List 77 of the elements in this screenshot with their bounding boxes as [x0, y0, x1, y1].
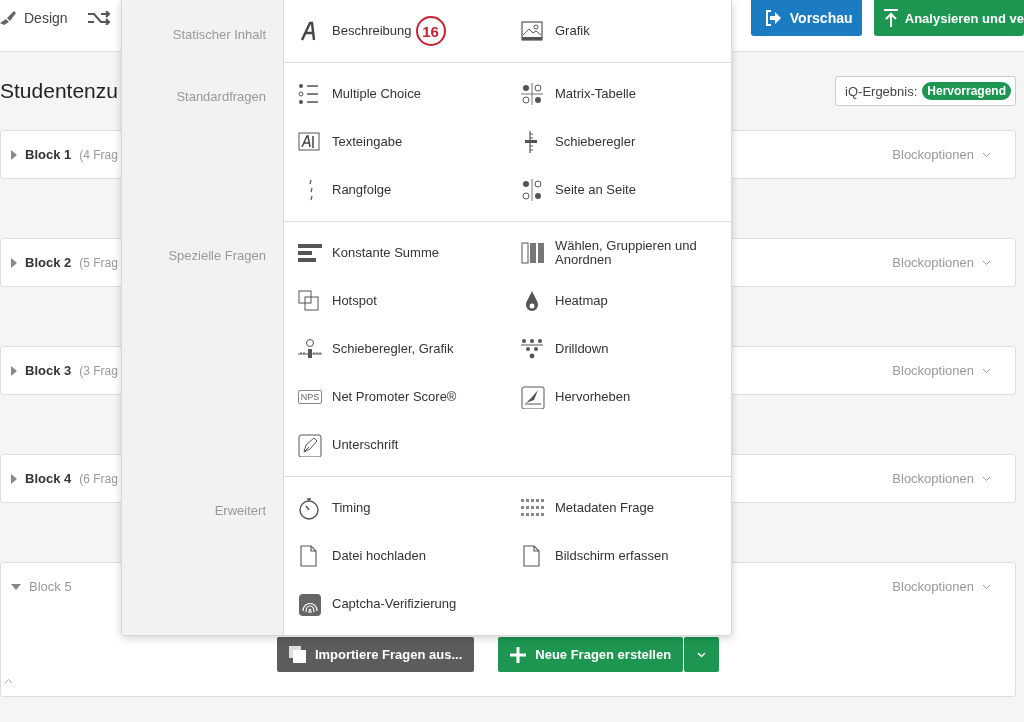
expand-triangle-icon[interactable]	[11, 473, 17, 484]
callout-number: 16	[415, 16, 446, 46]
question-count: (6 Frag	[79, 471, 118, 486]
overlapping-squares-icon	[298, 289, 322, 313]
stopwatch-icon	[298, 496, 322, 520]
menu-item[interactable]: Matrix-Tabelle	[521, 70, 731, 118]
section-heading: Standardfragen	[176, 89, 266, 104]
section-heading: Statischer Inhalt	[172, 27, 266, 42]
question-count: (3 Frag	[79, 363, 118, 378]
side-by-side-icon	[521, 178, 545, 202]
dots-icon	[521, 337, 545, 361]
survey-title: Studentenzu	[0, 79, 118, 103]
menu-item[interactable]: Seite an Seite	[521, 166, 731, 214]
chevron-up-icon[interactable]	[4, 678, 13, 684]
block-title: Block 5	[29, 579, 72, 594]
chevron-down-icon	[982, 259, 991, 266]
collapse-triangle-icon[interactable]	[11, 583, 21, 590]
menu-item[interactable]: Schieberegler, Grafik	[298, 325, 521, 373]
question-count: (5 Frag	[79, 255, 118, 270]
highlighter-icon	[521, 385, 545, 409]
columns-icon	[521, 241, 545, 265]
plus-icon	[510, 646, 527, 663]
dropdown-button[interactable]	[684, 637, 720, 672]
chevron-down-icon	[697, 651, 707, 658]
section-heading: Spezielle Fragen	[168, 248, 266, 263]
section-heading: Erweitert	[214, 503, 266, 518]
expand-triangle-icon[interactable]	[11, 149, 17, 160]
copy-icon	[288, 646, 306, 663]
preview-button[interactable]: Vorschau	[750, 0, 862, 36]
menu-item[interactable]: Wählen, Gruppieren und Anordnen	[521, 229, 731, 277]
block-title: Block 4	[25, 471, 72, 486]
publish-button[interactable]: Analysieren und ve	[873, 0, 1024, 36]
menu-item[interactable]: Grafik	[521, 7, 731, 55]
block-title: Block 2	[25, 255, 72, 270]
menu-item[interactable]: Drilldown	[521, 325, 731, 373]
menu-item[interactable]: Konstante Summe	[298, 229, 521, 277]
menu-item[interactable]: Hotspot	[298, 277, 521, 325]
block-title: Block 1	[25, 147, 72, 162]
menu-item[interactable]: Schieberegler	[521, 118, 731, 166]
graphic-slider-icon	[298, 337, 322, 361]
chevron-down-icon	[982, 367, 991, 374]
menu-item[interactable]: Datei hochladen	[298, 532, 521, 580]
menu-item[interactable]: NPS Net Promoter Score®	[298, 373, 521, 421]
menu-item[interactable]: Captcha-Verifizierung	[298, 580, 521, 628]
menu-item[interactable]: Multiple Choice	[298, 70, 521, 118]
expand-triangle-icon[interactable]	[11, 257, 17, 268]
chevron-down-icon	[982, 151, 991, 158]
matrix-icon	[521, 82, 545, 106]
chevron-down-icon	[982, 583, 991, 590]
design-tab[interactable]: Design	[24, 10, 68, 26]
exit-icon	[764, 10, 781, 26]
image-icon	[521, 19, 545, 43]
question-count: (4 Frag	[79, 147, 118, 162]
create-question-button[interactable]: Neue Fragen erstellen	[498, 637, 684, 672]
expand-triangle-icon[interactable]	[11, 365, 17, 376]
shuffle-icon[interactable]	[87, 11, 112, 25]
nps-icon: NPS	[297, 390, 323, 404]
menu-item[interactable]: Rangfolge	[298, 166, 521, 214]
score-badge: Hervorragend	[922, 82, 1011, 100]
menu-item[interactable]: Texteingabe	[298, 118, 521, 166]
text-field-icon	[298, 130, 322, 154]
import-questions-button[interactable]: Importiere Fragen aus...	[276, 637, 475, 672]
upload-icon	[883, 9, 898, 27]
block-title: Block 3	[25, 363, 72, 378]
iq-score-label: iQ-Ergebnis:	[845, 83, 918, 99]
iq-score-box[interactable]: iQ-Ergebnis: Hervorragend	[835, 76, 1016, 106]
chevron-down-icon	[982, 475, 991, 482]
menu-item[interactable]: Bildschirm erfassen	[521, 532, 731, 580]
menu-item[interactable]: Unterschrift	[298, 421, 521, 469]
paintbrush-icon	[0, 11, 16, 25]
menu-item[interactable]: Timing	[298, 484, 521, 532]
menu-item[interactable]: Heatmap	[521, 277, 731, 325]
pen-icon	[298, 433, 322, 457]
bars-icon	[298, 241, 322, 265]
menu-item[interactable]: Metadaten Frage	[521, 484, 731, 532]
menu-item[interactable]: Hervorheben	[521, 373, 731, 421]
menu-item[interactable]: Beschreibung 16	[298, 7, 521, 55]
